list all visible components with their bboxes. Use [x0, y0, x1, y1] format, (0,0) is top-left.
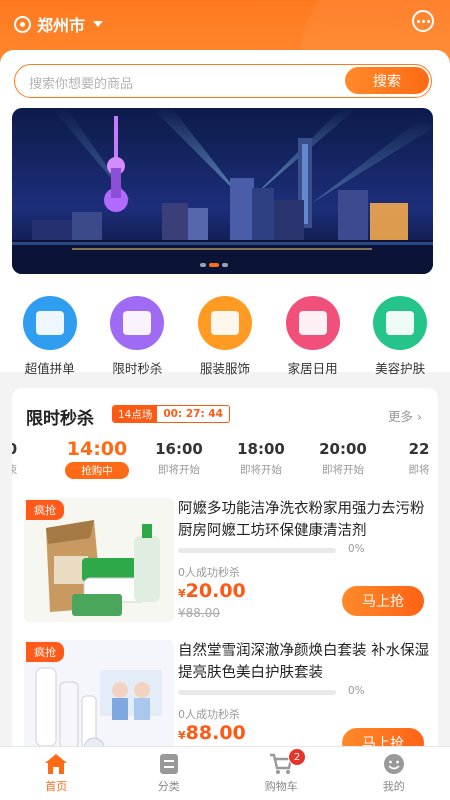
currency-symbol: ¥ [178, 587, 186, 600]
tab-label: 我的 [382, 780, 405, 793]
slot-time: 20:00 [319, 440, 367, 458]
caret-down-icon [93, 21, 104, 27]
slot-status: 即将开始 [322, 464, 364, 476]
sofa-icon [285, 296, 340, 350]
session-label: 14点场 [113, 406, 158, 422]
flash-sale-icon [110, 296, 165, 350]
time-slot[interactable]: 0 束 [12, 440, 47, 477]
tab-profile[interactable]: 我的 [338, 747, 450, 800]
tab-home[interactable]: 首页 [0, 747, 113, 800]
home-icon [45, 754, 68, 774]
clothing-box-icon [197, 296, 252, 350]
banner-pagination [200, 263, 228, 267]
shopping-bag-icon [22, 296, 77, 350]
price-value: 20.00 [185, 580, 246, 602]
search-button[interactable]: 搜索 [345, 67, 429, 94]
category-label: 美容护肤 [375, 361, 426, 376]
category-item[interactable]: 超值拼单 [11, 296, 89, 377]
tab-label: 分类 [157, 780, 180, 793]
location-pin-icon [14, 15, 31, 33]
more-link[interactable]: 更多 › [388, 406, 422, 425]
currency-symbol: ¥ [178, 729, 186, 742]
category-item[interactable]: 家居日用 [274, 296, 352, 377]
time-slot[interactable]: 16:00 即将开始 [144, 440, 214, 477]
tab-label: 购物车 [264, 780, 298, 793]
category-label: 服装服饰 [199, 361, 250, 376]
profile-icon [383, 754, 404, 774]
slot-time: 14:00 [66, 438, 128, 460]
slot-time: 22 [408, 440, 430, 458]
chat-bubble-icon[interactable] [412, 10, 434, 32]
category-item[interactable]: 限时秒杀 [98, 296, 176, 377]
buy-now-button[interactable]: 马上抢 [342, 586, 424, 616]
progress-percent: 0% [348, 685, 365, 697]
banner-dot[interactable] [222, 263, 228, 267]
flash-sale-section: 限时秒杀 14点场 00: 27: 44 更多 › 0 束 14:00 抢购中 … [12, 388, 438, 800]
sale-price: ¥20.00 [178, 580, 246, 602]
product-name: 自然堂雪润深澈净颜焕白套装 补水保湿提亮肤色美白护肤套装 [178, 643, 430, 681]
slot-time: 18:00 [237, 440, 285, 458]
category-icon [159, 754, 178, 774]
cosmetics-icon [373, 296, 428, 350]
cart-count-badge: 2 [288, 748, 306, 766]
product-card[interactable]: 疯抢 阿嬷多功能洁净洗衣粉家用强力去污粉厨房阿嬷工坊环保健康清洁剂 0% 0人成… [12, 498, 438, 632]
category-row: 超值拼单 限时秒杀 服装服饰 家居日用 美容护肤 [0, 296, 450, 377]
slot-status: 即将 [408, 464, 430, 476]
search-bar[interactable]: 搜索你想要的商品 搜索 [14, 64, 432, 98]
flash-sale-title: 限时秒杀 [26, 409, 94, 429]
promo-banner[interactable] [12, 108, 433, 274]
slot-time: 16:00 [155, 440, 203, 458]
slot-time: 0 [12, 440, 47, 458]
session-countdown: 14点场 00: 27: 44 [112, 405, 230, 423]
time-slot-tabs: 0 束 14:00 抢购中 16:00 即将开始 18:00 即将开始 20:0… [12, 438, 438, 482]
bottom-tab-bar: 首页 分类 购物车 我的 [0, 746, 450, 800]
more-label: 更多 [388, 409, 414, 424]
search-input[interactable]: 搜索你想要的商品 [29, 73, 133, 92]
progress-bar [178, 548, 336, 553]
sold-count: 0人成功秒杀 [178, 708, 240, 721]
hot-sale-badge: 疯抢 [26, 642, 64, 662]
city-night-image [12, 108, 433, 274]
slot-status: 束 [12, 462, 47, 477]
category-label: 超值拼单 [24, 361, 75, 376]
time-slot-active[interactable]: 14:00 抢购中 [62, 438, 132, 479]
banner-dot[interactable] [200, 263, 206, 267]
slot-status: 即将开始 [240, 464, 282, 476]
category-label: 限时秒杀 [112, 361, 163, 376]
progress-percent: 0% [348, 543, 365, 555]
time-slot[interactable]: 22 即将 [384, 440, 438, 477]
banner-dot-active[interactable] [209, 263, 219, 267]
category-label: 家居日用 [287, 361, 338, 376]
tab-label: 首页 [45, 780, 68, 793]
category-item[interactable]: 美容护肤 [361, 296, 439, 377]
sale-price: ¥88.00 [178, 722, 246, 744]
original-price: ¥88.00 [178, 606, 220, 620]
tab-cart[interactable]: 购物车 [225, 747, 338, 800]
city-name: 郑州市 [37, 16, 86, 35]
time-slot[interactable]: 18:00 即将开始 [226, 440, 296, 477]
slot-status: 抢购中 [65, 462, 129, 479]
hot-sale-badge: 疯抢 [26, 500, 64, 520]
countdown-timer: 00: 27: 44 [163, 408, 223, 420]
sold-count: 0人成功秒杀 [178, 566, 240, 579]
time-slot[interactable]: 20:00 即将开始 [308, 440, 378, 477]
location-selector[interactable]: 郑州市 [14, 12, 104, 36]
progress-bar [178, 690, 336, 695]
price-value: 88.00 [185, 722, 246, 744]
category-item[interactable]: 服装服饰 [186, 296, 264, 377]
tab-category[interactable]: 分类 [113, 747, 226, 800]
product-name: 阿嬷多功能洁净洗衣粉家用强力去污粉厨房阿嬷工坊环保健康清洁剂 [178, 501, 425, 539]
slot-status: 即将开始 [158, 464, 200, 476]
chevron-right-icon: › [417, 409, 422, 424]
